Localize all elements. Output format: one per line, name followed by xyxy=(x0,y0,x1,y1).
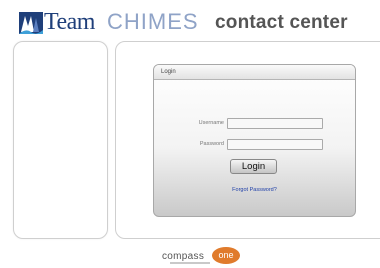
footer-underline xyxy=(170,262,210,264)
brand-team-text: Team xyxy=(44,9,95,35)
brand-contact-center-text: contact center xyxy=(215,12,348,33)
left-sidebar-panel xyxy=(13,41,108,239)
compass-text: compass xyxy=(162,251,205,262)
teamchimes-logo-icon xyxy=(19,12,43,34)
login-box: Login Username Password Login Forgot Pas… xyxy=(153,64,356,217)
login-title: Login xyxy=(154,65,355,80)
one-badge: one xyxy=(212,247,240,264)
password-label: Password xyxy=(199,141,224,147)
header: Team CHIMES contact center xyxy=(18,6,378,36)
login-button[interactable]: Login xyxy=(230,159,277,174)
password-field[interactable] xyxy=(227,139,323,150)
username-field[interactable] xyxy=(227,118,323,129)
footer-logo: compass one xyxy=(162,247,262,267)
username-label: Username xyxy=(198,120,224,126)
brand-chimes-text: CHIMES xyxy=(107,9,199,34)
forgot-password-link[interactable]: Forgot Password? xyxy=(154,187,355,193)
